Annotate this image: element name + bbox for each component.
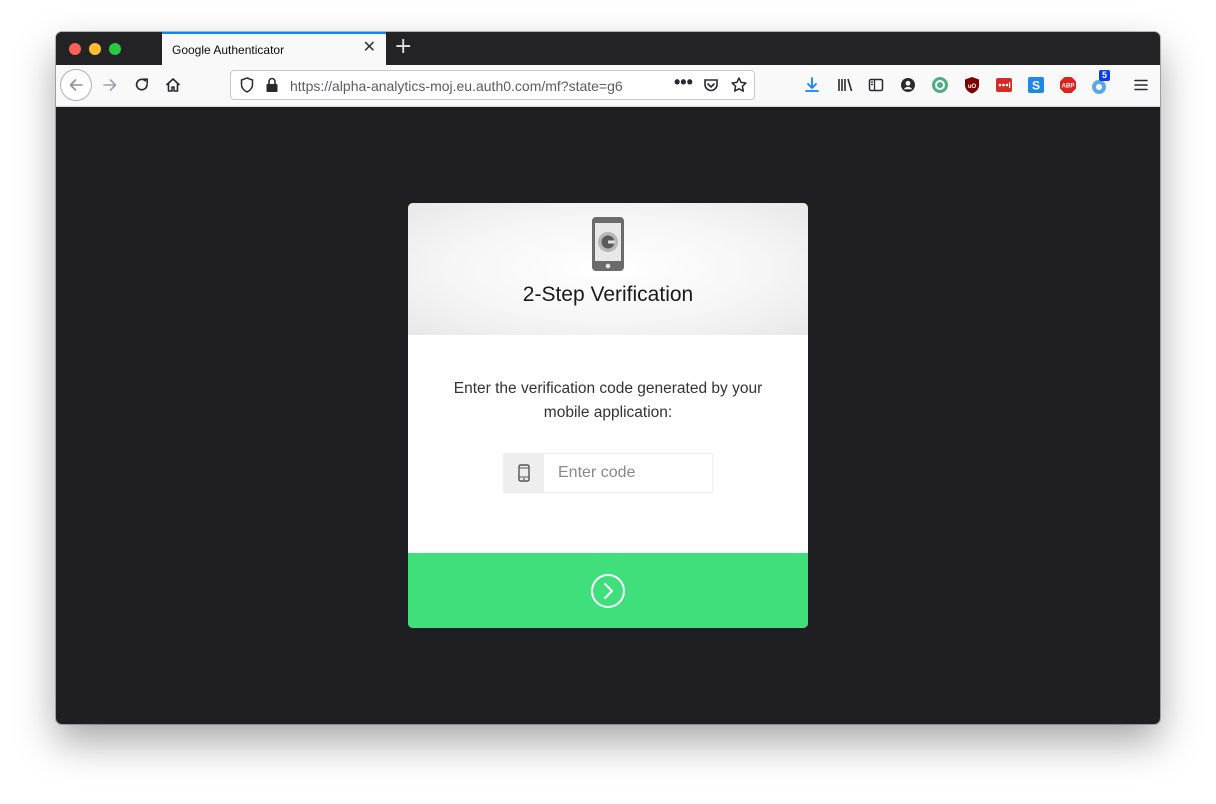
reload-button[interactable] [126, 69, 158, 101]
ublock-icon[interactable]: uO [963, 76, 981, 94]
navigation-toolbar: https://alpha-analytics-moj.eu.auth0.com… [56, 65, 1160, 107]
pocket-icon[interactable] [702, 76, 720, 99]
simplenote-icon[interactable]: S [1027, 76, 1045, 94]
card-title: 2-Step Verification [522, 283, 694, 306]
svg-text:uO: uO [968, 84, 977, 90]
url-text: https://alpha-analytics-moj.eu.auth0.com… [290, 78, 623, 94]
tab-google-authenticator[interactable]: Google Authenticator ✕ [162, 32, 386, 65]
verification-card: 2-Step Verification Enter the verificati… [408, 203, 808, 628]
download-icon[interactable] [803, 76, 821, 94]
page-actions-icon[interactable]: ••• [674, 72, 693, 93]
notification-badge: 5 [1099, 70, 1111, 81]
menu-hamburger-icon[interactable] [1132, 76, 1150, 94]
card-header: 2-Step Verification [408, 203, 808, 335]
submit-button[interactable] [408, 553, 808, 628]
lock-icon[interactable] [265, 76, 279, 99]
tab-close-icon[interactable]: ✕ [363, 40, 376, 56]
url-bar[interactable]: https://alpha-analytics-moj.eu.auth0.com… [230, 70, 755, 100]
code-input[interactable] [544, 454, 712, 492]
mobile-phone-icon [518, 464, 530, 482]
tracking-shield-icon[interactable] [239, 76, 255, 99]
browser-window: Google Authenticator ✕ + https://alpha-a… [56, 32, 1160, 724]
reload-icon [135, 78, 149, 91]
tab-title: Google Authenticator [172, 43, 285, 57]
authenticator-phone-icon [592, 217, 624, 276]
window-minimize-button[interactable] [89, 43, 101, 55]
library-icon[interactable] [836, 76, 854, 94]
home-icon [165, 78, 181, 92]
back-arrow-icon [69, 79, 83, 91]
code-field [503, 453, 713, 493]
forward-arrow-icon [103, 79, 117, 91]
tab-strip: Google Authenticator ✕ + [56, 32, 1160, 65]
lastpass-icon[interactable] [995, 76, 1013, 94]
adblock-plus-icon[interactable]: ABP [1059, 76, 1077, 94]
code-field-icon-box [504, 454, 544, 492]
new-tab-button[interactable]: + [394, 36, 412, 58]
home-button[interactable] [157, 69, 189, 101]
back-button[interactable] [60, 69, 92, 101]
svg-text:ABP: ABP [1062, 84, 1075, 90]
account-icon[interactable] [899, 76, 917, 94]
sidebar-icon[interactable] [867, 76, 885, 94]
extension-notification-icon[interactable]: 5 [1091, 70, 1111, 94]
svg-text:S: S [1032, 79, 1040, 93]
forward-button[interactable] [94, 69, 126, 101]
bookmark-star-icon[interactable] [730, 76, 748, 99]
arrow-right-circle-icon [591, 573, 625, 608]
sync-extension-icon[interactable] [931, 76, 949, 94]
window-close-button[interactable] [69, 43, 81, 55]
window-maximize-button[interactable] [109, 43, 121, 55]
instruction-text: Enter the verification code generated by… [453, 380, 763, 421]
